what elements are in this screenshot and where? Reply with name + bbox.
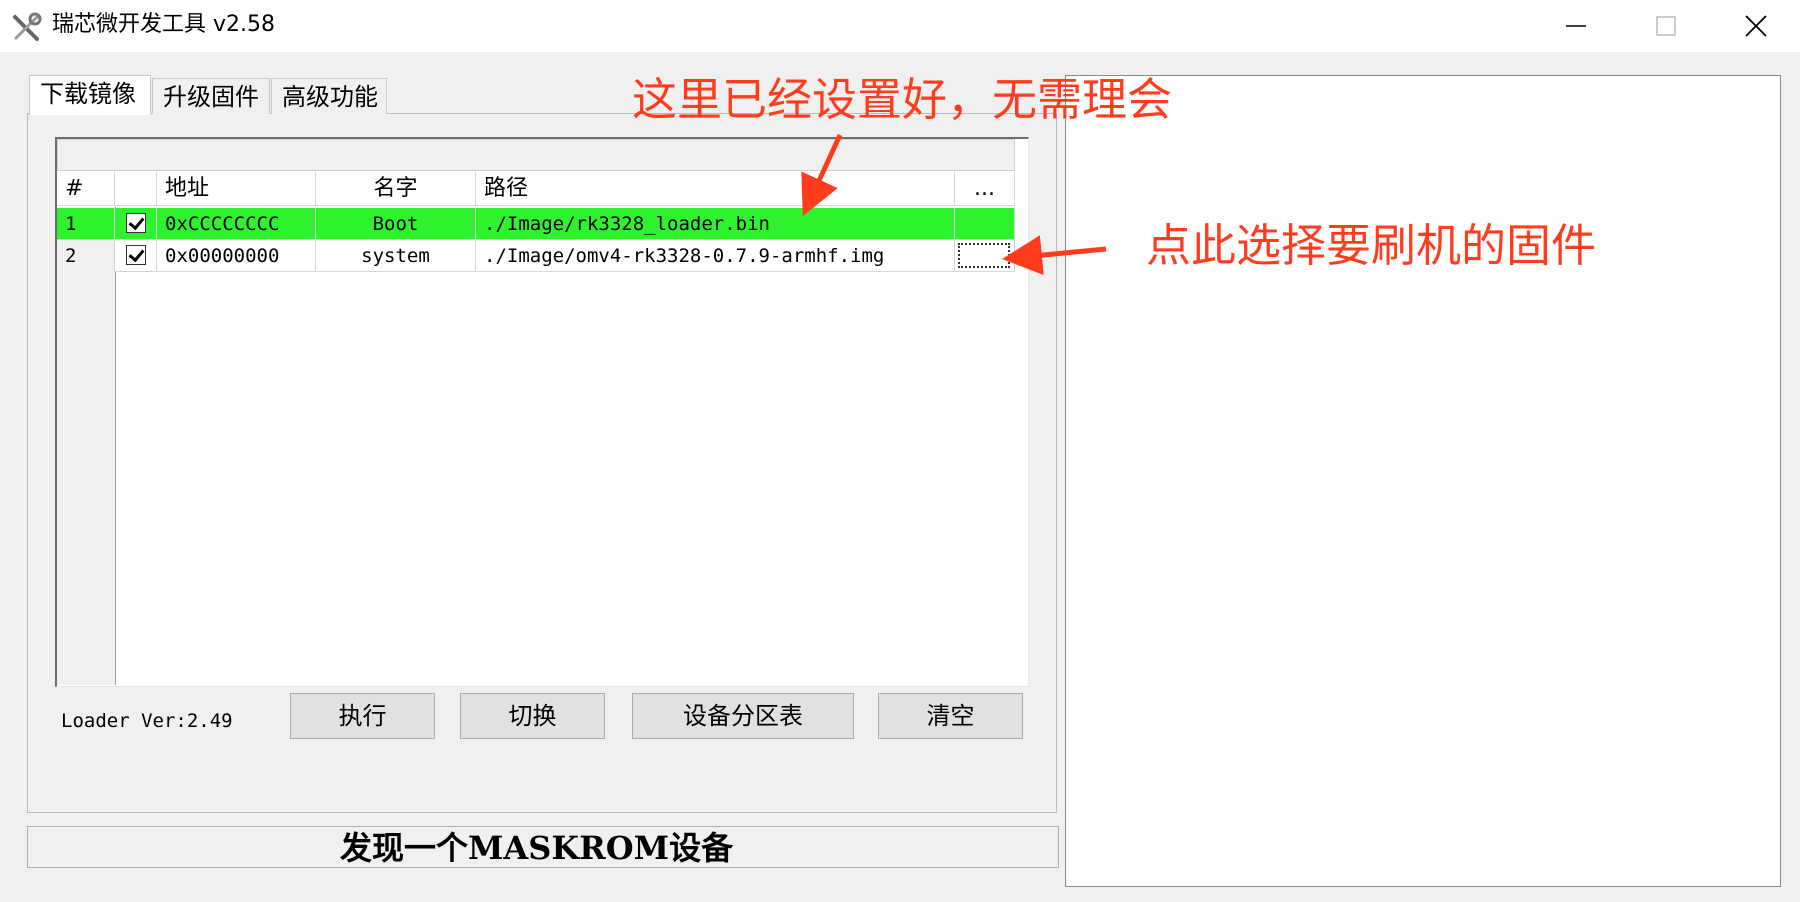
clear-button[interactable]: 清空 (878, 693, 1023, 739)
header-name[interactable]: 名字 (316, 172, 476, 206)
row-path: ./Image/omv4-rk3328-0.7.9-armhf.img (476, 240, 955, 272)
list-gutter (57, 207, 116, 685)
annotation-right: 点此选择要刷机的固件 (1146, 219, 1597, 272)
row-address: 0x00000000 (157, 240, 316, 272)
close-button[interactable] (1710, 0, 1800, 52)
switch-button[interactable]: 切换 (460, 693, 605, 739)
list-header-bar (57, 139, 1015, 171)
row-name: Boot (316, 208, 476, 240)
header-path[interactable]: 路径 (476, 172, 955, 206)
tab-download-image[interactable]: 下载镜像 (29, 75, 151, 115)
row-name: system (316, 240, 476, 272)
log-panel[interactable] (1065, 75, 1781, 887)
window-title: 瑞芯微开发工具 v2.58 (52, 12, 275, 37)
browse-file-button[interactable] (955, 208, 1015, 240)
maximize-button[interactable] (1620, 0, 1712, 52)
tools-icon (10, 12, 42, 44)
row-number: 2 (57, 240, 115, 272)
header-check[interactable] (115, 172, 157, 206)
row-path: ./Image/rk3328_loader.bin (476, 208, 955, 240)
focus-outline (958, 243, 1010, 268)
row-checkbox[interactable] (126, 213, 146, 233)
row-checkbox[interactable] (126, 245, 146, 265)
execute-button[interactable]: 执行 (290, 693, 435, 739)
header-address[interactable]: 地址 (157, 172, 316, 206)
header-browse[interactable]: ... (955, 172, 1015, 206)
loader-version: Loader Ver:2.49 (61, 710, 233, 732)
tab-upgrade-firmware[interactable]: 升级固件 (152, 78, 270, 114)
annotation-top: 这里已经设置好，无需理会 (632, 73, 1173, 126)
tab-advanced[interactable]: 高级功能 (271, 78, 387, 114)
minimize-button[interactable] (1530, 0, 1622, 52)
status-text: 发现一个MASKROM设备 (340, 829, 734, 867)
close-icon (1745, 15, 1767, 37)
partition-table-button[interactable]: 设备分区表 (632, 693, 854, 739)
row-address: 0xCCCCCCCC (157, 208, 316, 240)
row-number: 1 (57, 208, 115, 240)
header-number[interactable]: # (57, 172, 115, 206)
